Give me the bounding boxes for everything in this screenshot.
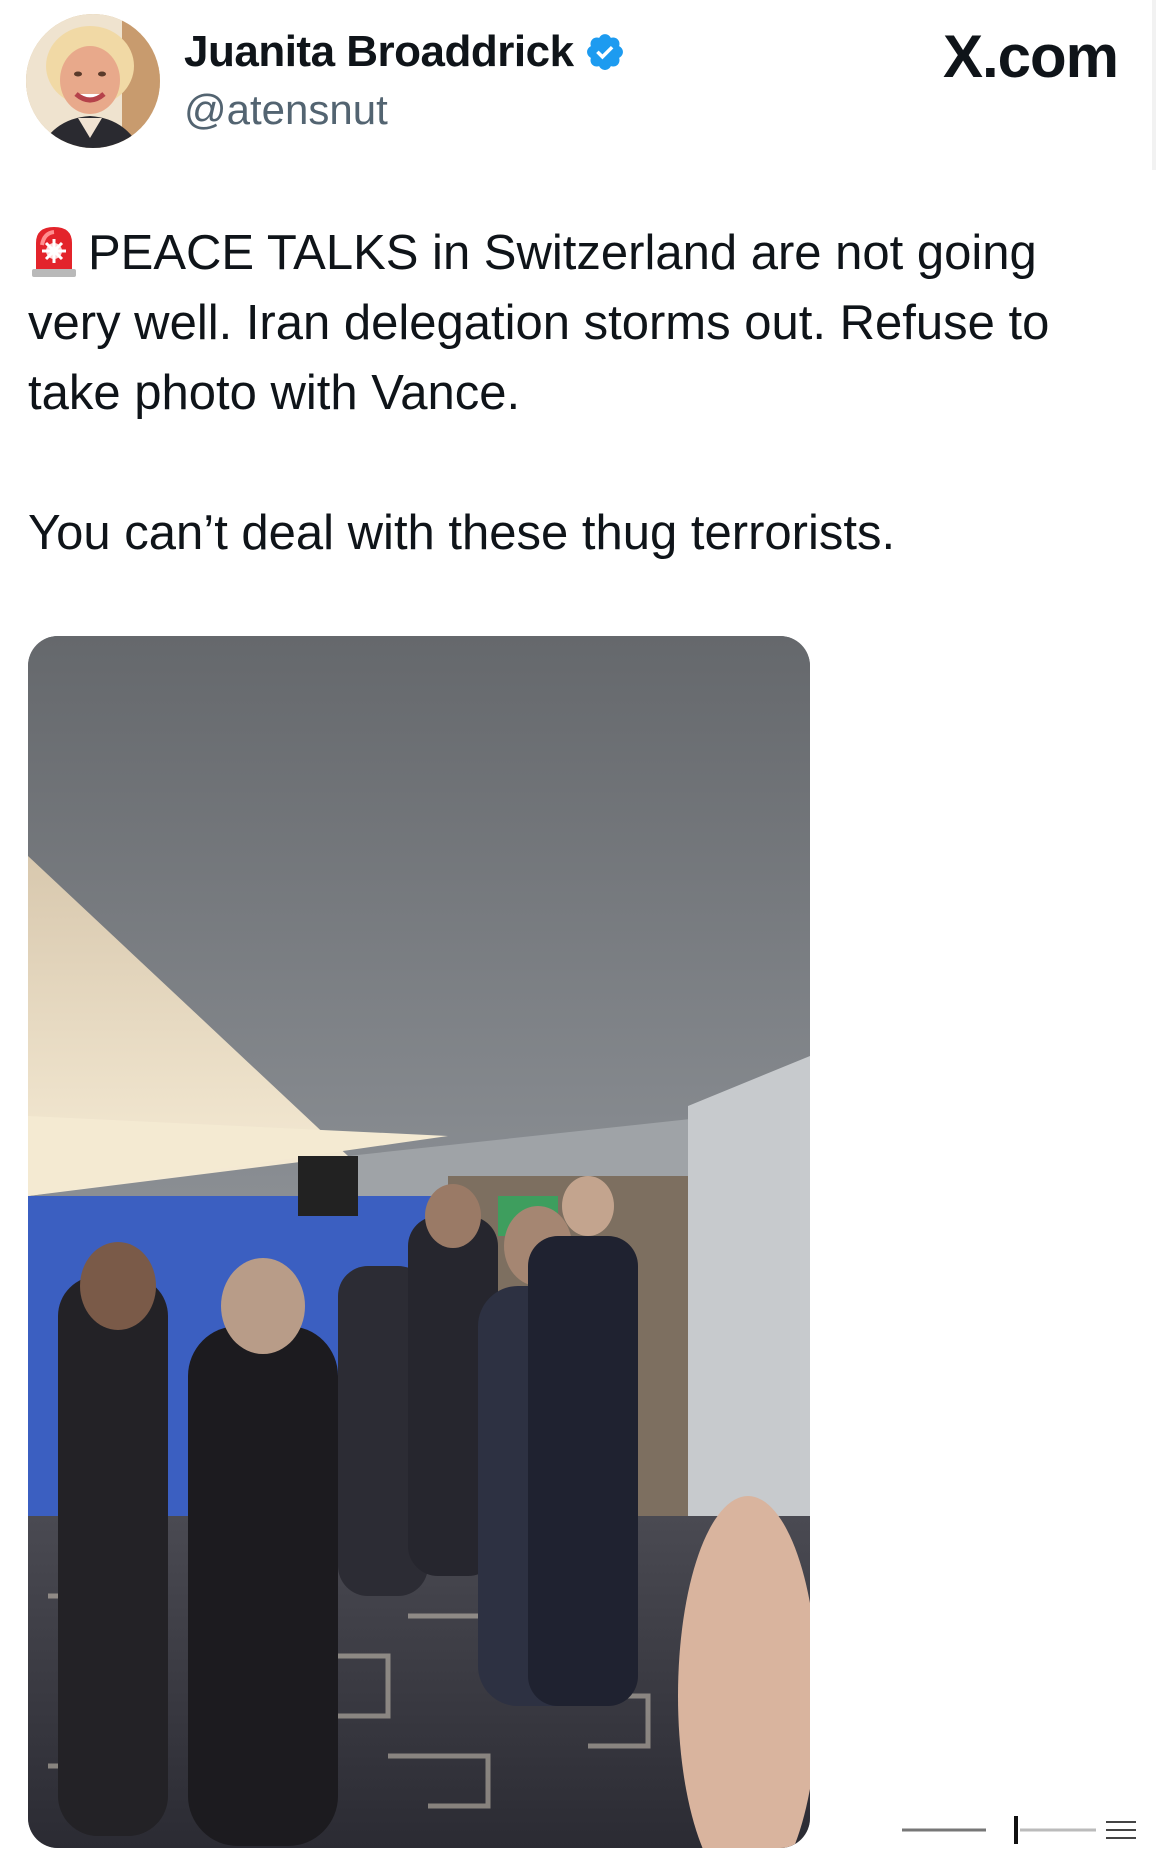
author-info: Juanita Broaddrick @atensnut <box>184 24 626 134</box>
post-video[interactable] <box>28 636 810 1848</box>
display-name-row: Juanita Broaddrick <box>184 24 626 80</box>
post-paragraph-1: PEACE TALKS in Switzerland are not going… <box>28 218 1138 428</box>
post-paragraph-1-text: PEACE TALKS in Switzerland are not going… <box>28 226 1050 420</box>
corner-watermark <box>896 1810 1146 1850</box>
verified-badge-icon <box>584 31 626 73</box>
video-frame-image <box>28 636 810 1848</box>
author-display-name[interactable]: Juanita Broaddrick <box>184 27 574 77</box>
rotating-light-siren-icon <box>28 223 80 279</box>
divider <box>1152 0 1156 170</box>
brand-label: X.com <box>942 23 1119 90</box>
post-text: PEACE TALKS in Switzerland are not going… <box>28 218 1138 568</box>
author-handle[interactable]: @atensnut <box>184 86 626 134</box>
post-paragraph-2: You can’t deal with these thug terrorist… <box>28 506 896 560</box>
profile-photo-icon <box>26 14 160 148</box>
post-card: Juanita Broaddrick @atensnut X.com PEACE… <box>0 0 1170 1860</box>
author-avatar[interactable] <box>26 14 160 148</box>
